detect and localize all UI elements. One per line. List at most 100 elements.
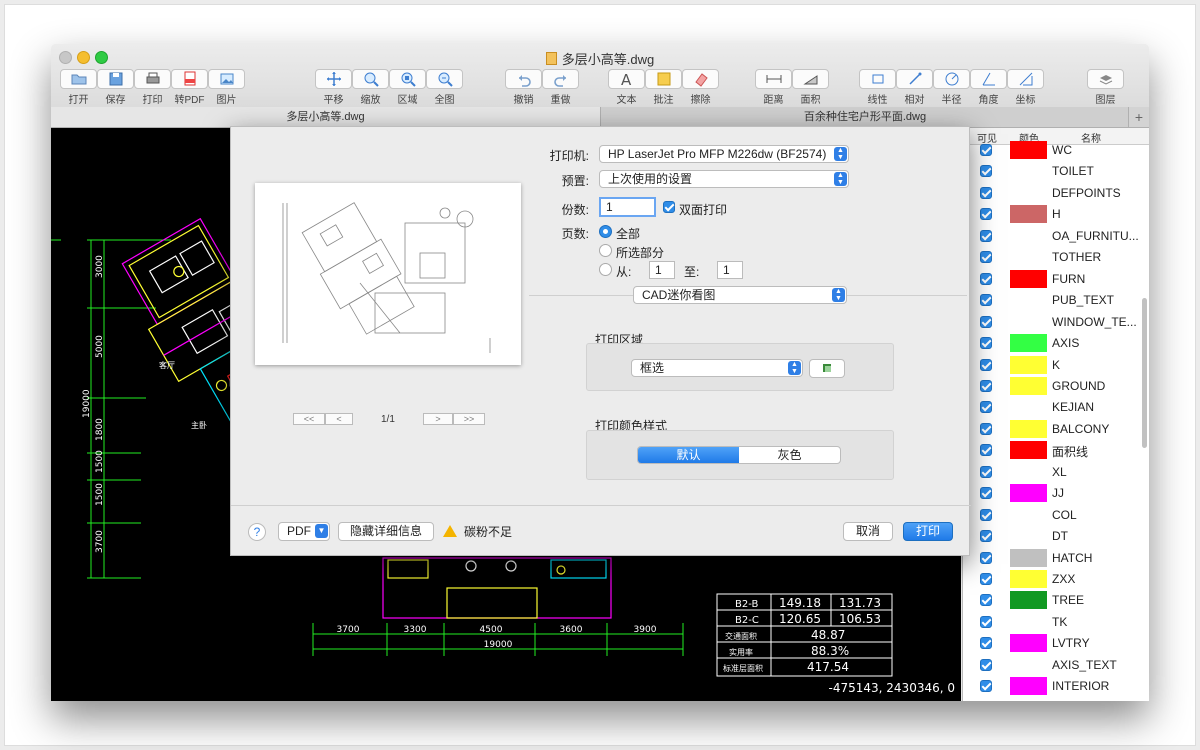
redo-button[interactable] (542, 69, 579, 89)
layer-color-swatch[interactable] (1010, 269, 1047, 288)
layer-row[interactable]: OA_FURNITU... (963, 226, 1143, 248)
area-measure-button[interactable] (792, 69, 829, 89)
layer-visible-checkbox[interactable] (980, 358, 992, 371)
layer-color-swatch[interactable] (1010, 634, 1047, 653)
layer-visible-checkbox[interactable] (980, 315, 992, 328)
pages-from-input[interactable]: 1 (649, 261, 675, 279)
to-pdf-button[interactable] (171, 69, 208, 89)
layer-visible-checkbox[interactable] (980, 337, 992, 350)
add-tab-button[interactable]: + (1128, 107, 1149, 127)
layer-color-swatch[interactable] (1010, 205, 1047, 224)
layer-color-swatch[interactable] (1010, 548, 1047, 567)
layer-visible-checkbox[interactable] (980, 379, 992, 392)
zoom-button[interactable] (352, 69, 389, 89)
radius-button[interactable] (933, 69, 970, 89)
layer-visible-checkbox[interactable] (980, 444, 992, 457)
layer-color-swatch[interactable] (1010, 355, 1047, 374)
layer-visible-checkbox[interactable] (980, 487, 992, 500)
area-button[interactable] (389, 69, 426, 89)
layer-visible-checkbox[interactable] (980, 294, 992, 307)
preset-select[interactable]: 上次使用的设置 ▲ ▼ (599, 170, 849, 188)
open-button[interactable] (60, 69, 97, 89)
annotate-button[interactable] (645, 69, 682, 89)
print-button[interactable] (134, 69, 171, 89)
layer-row[interactable]: FURN (963, 269, 1143, 291)
printer-select[interactable]: HP LaserJet Pro MFP M226dw (BF2574) ▲ ▼ (599, 145, 849, 163)
layer-row[interactable]: XL (963, 462, 1143, 484)
layers-scrollbar[interactable] (1142, 298, 1147, 448)
layer-visible-checkbox[interactable] (980, 637, 992, 650)
layer-color-swatch[interactable] (1010, 141, 1047, 159)
text-button[interactable]: A (608, 69, 645, 89)
layer-row[interactable]: WC (963, 140, 1143, 162)
coordinate-button[interactable] (1007, 69, 1044, 89)
layer-color-swatch[interactable] (1010, 376, 1047, 395)
preview-first-page-button[interactable]: << (293, 413, 325, 425)
layer-visible-checkbox[interactable] (980, 530, 992, 543)
layer-visible-checkbox[interactable] (980, 422, 992, 435)
layer-color-swatch[interactable] (1010, 334, 1047, 353)
color-default-option[interactable]: 默认 (638, 447, 739, 463)
pages-range-radio[interactable] (599, 263, 612, 276)
undo-button[interactable] (505, 69, 542, 89)
layer-visible-checkbox[interactable] (980, 208, 992, 221)
copies-input[interactable]: 1 (599, 197, 656, 217)
layer-row[interactable]: 面积线 (963, 440, 1143, 462)
print-area-select[interactable]: 框选 ▲ ▼ (631, 359, 803, 377)
layer-visible-checkbox[interactable] (980, 508, 992, 521)
layer-row[interactable]: INTERIOR (963, 676, 1143, 698)
layer-visible-checkbox[interactable] (980, 186, 992, 199)
print-button[interactable]: 打印 (903, 522, 953, 541)
pan-button[interactable] (315, 69, 352, 89)
layer-row[interactable]: LVTRY (963, 633, 1143, 655)
distance-button[interactable] (755, 69, 792, 89)
layer-color-swatch[interactable] (1010, 419, 1047, 438)
layer-row[interactable]: BALCONY (963, 419, 1143, 441)
layer-visible-checkbox[interactable] (980, 573, 992, 585)
layer-visible-checkbox[interactable] (980, 465, 992, 478)
select-area-button[interactable] (809, 359, 845, 378)
layer-row[interactable]: TOTHER (963, 247, 1143, 269)
full-view-button[interactable] (426, 69, 463, 89)
layer-visible-checkbox[interactable] (980, 165, 992, 178)
layer-row[interactable]: K (963, 355, 1143, 377)
layers-button[interactable] (1087, 69, 1124, 89)
pdf-menu-button[interactable]: PDF ▼ (278, 522, 330, 541)
layer-row[interactable]: KEJIAN (963, 397, 1143, 419)
layer-visible-checkbox[interactable] (980, 144, 992, 156)
layer-visible-checkbox[interactable] (980, 680, 992, 693)
layer-row[interactable]: JJ (963, 483, 1143, 505)
layer-row[interactable]: DEFPOINTS (963, 183, 1143, 205)
cancel-button[interactable]: 取消 (843, 522, 893, 541)
help-button[interactable]: ? (248, 523, 266, 541)
layer-row[interactable]: TK (963, 612, 1143, 634)
layer-color-swatch[interactable] (1010, 570, 1047, 588)
tab-document-2[interactable]: 百余种住宅户形平面.dwg (601, 107, 1129, 127)
layer-row[interactable]: TREE (963, 590, 1143, 612)
hide-details-button[interactable]: 隐藏详细信息 (338, 522, 434, 541)
save-button[interactable] (97, 69, 134, 89)
linear-button[interactable] (859, 69, 896, 89)
layer-row[interactable]: H (963, 204, 1143, 226)
layer-visible-checkbox[interactable] (980, 615, 992, 628)
layer-visible-checkbox[interactable] (980, 658, 992, 671)
layer-row[interactable]: HATCH (963, 548, 1143, 570)
layer-visible-checkbox[interactable] (980, 229, 992, 242)
section-select[interactable]: CAD迷你看图 ▲ ▼ (633, 286, 847, 304)
preview-prev-page-button[interactable]: < (325, 413, 353, 425)
angle-button[interactable] (970, 69, 1007, 89)
layer-color-swatch[interactable] (1010, 441, 1047, 460)
layer-row[interactable]: WINDOW_TE... (963, 312, 1143, 334)
layer-visible-checkbox[interactable] (980, 401, 992, 414)
preview-next-page-button[interactable]: > (423, 413, 453, 425)
layer-color-swatch[interactable] (1010, 484, 1047, 503)
layer-row[interactable]: PUB_TEXT (963, 290, 1143, 312)
layer-row[interactable]: COL (963, 505, 1143, 527)
layer-visible-checkbox[interactable] (980, 594, 992, 607)
pages-to-input[interactable]: 1 (717, 261, 743, 279)
preview-last-page-button[interactable]: >> (453, 413, 485, 425)
layer-visible-checkbox[interactable] (980, 251, 992, 264)
pages-selection-radio[interactable] (599, 244, 612, 257)
layer-row[interactable]: DT (963, 526, 1143, 548)
layer-row[interactable]: ZXX (963, 569, 1143, 591)
